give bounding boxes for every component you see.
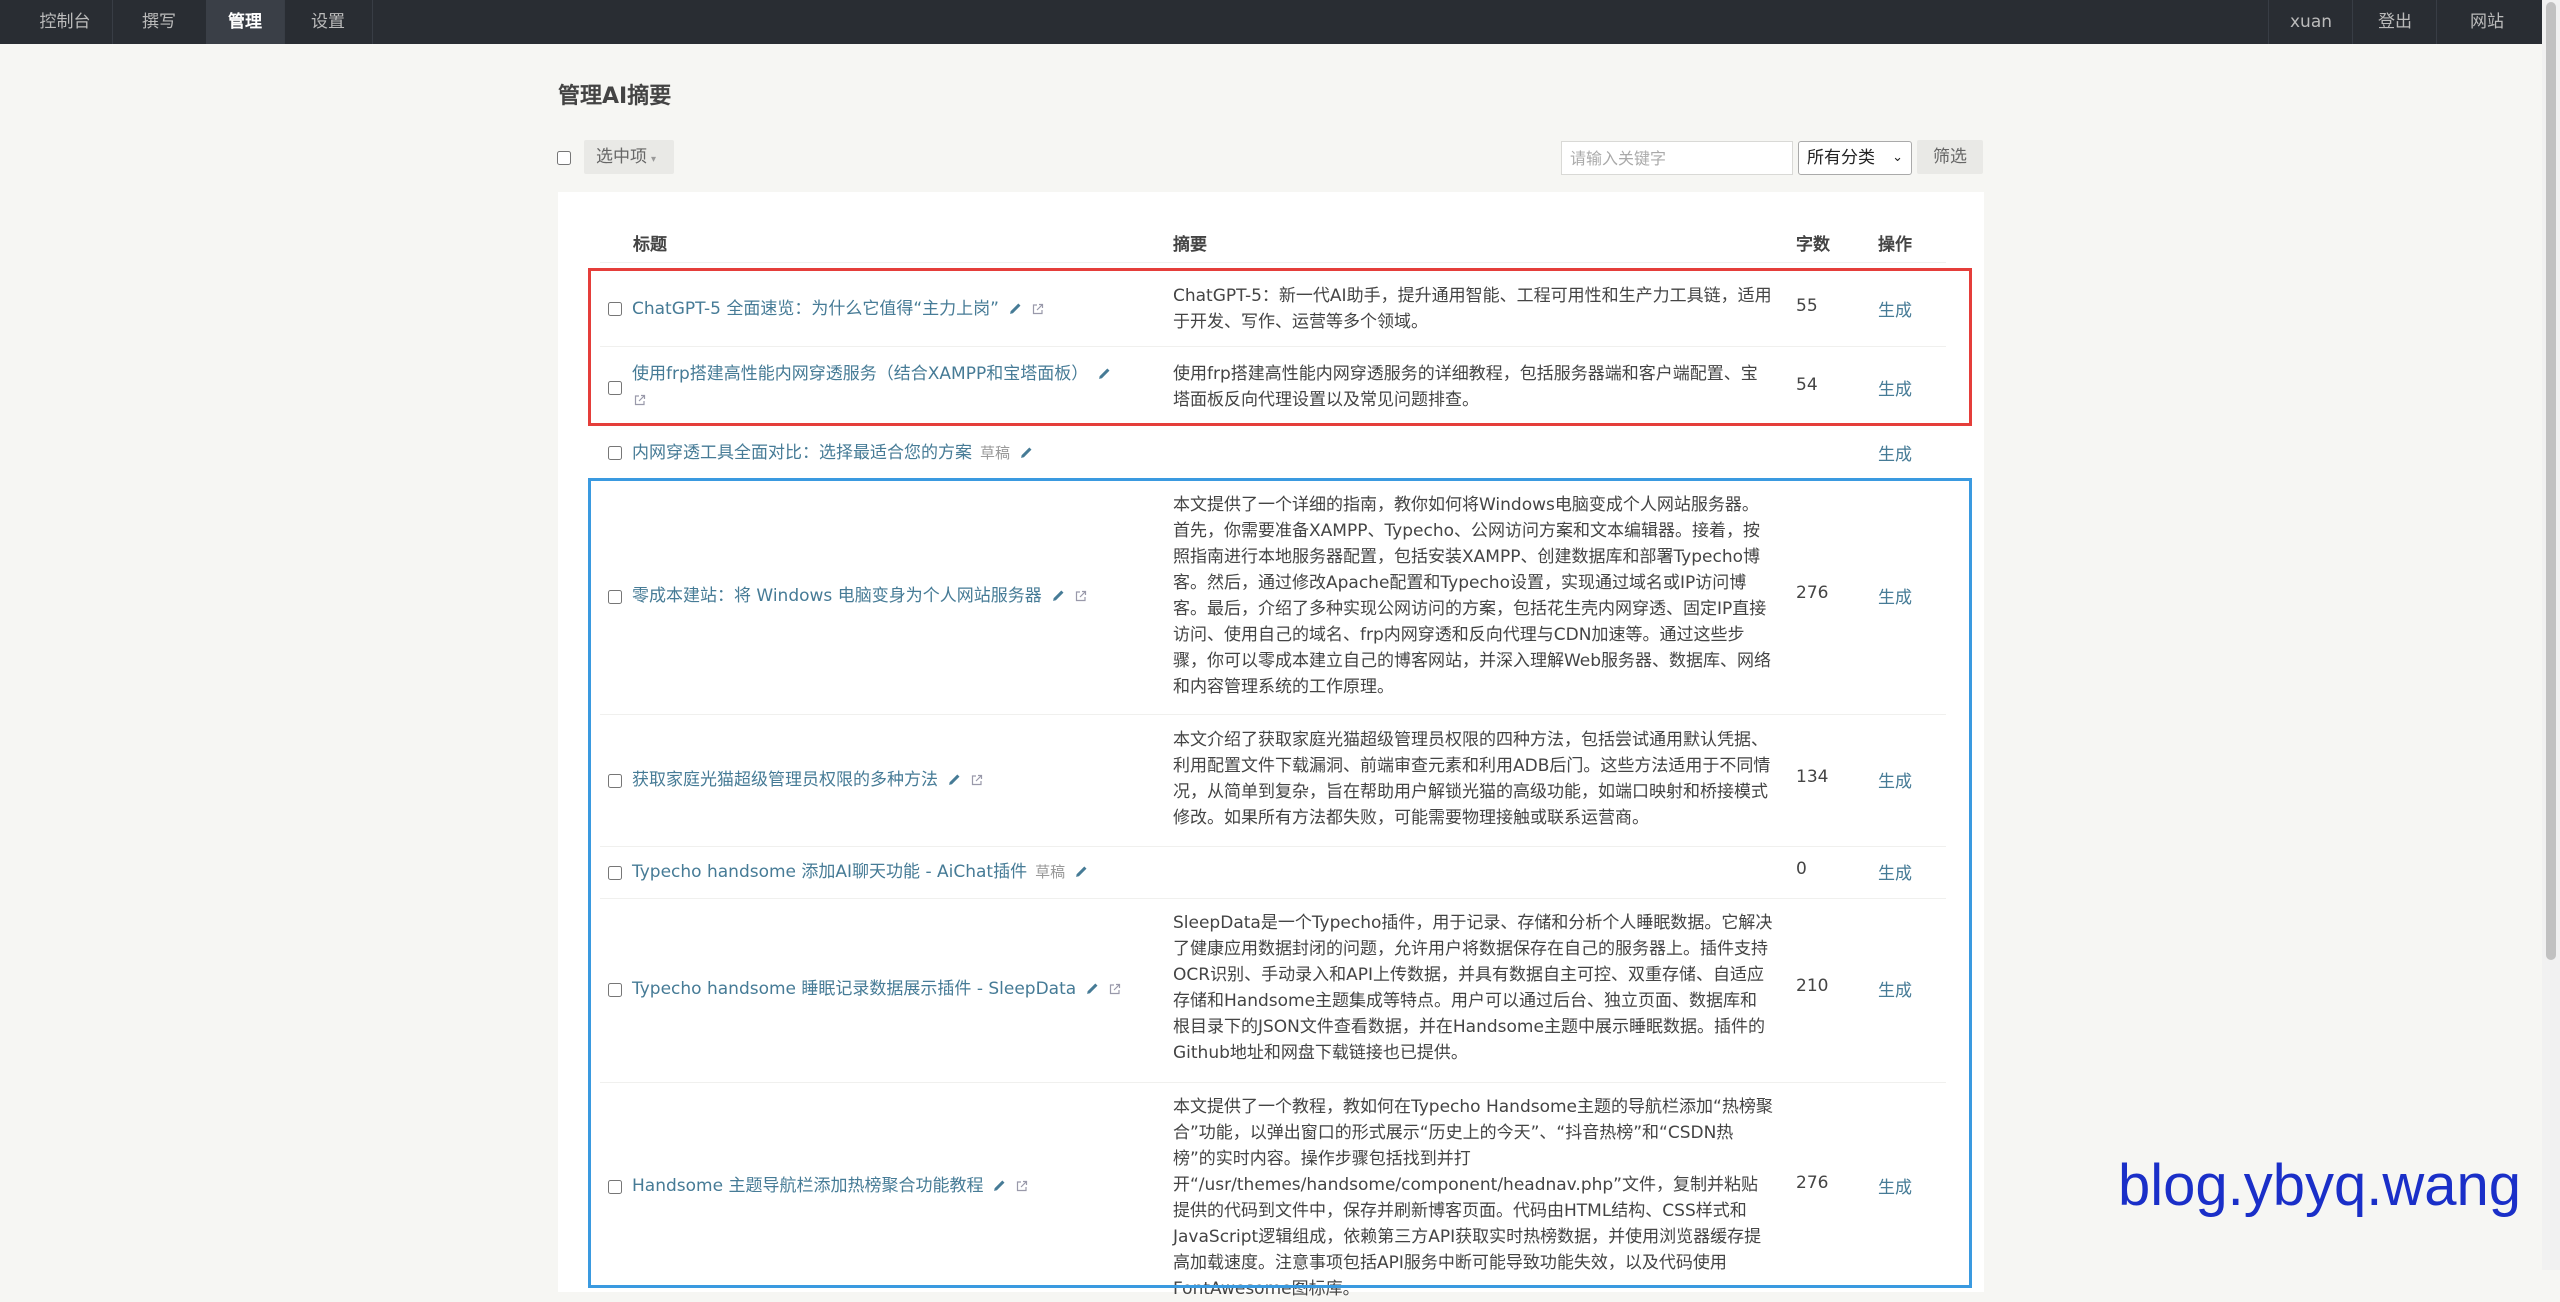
header-divider: [600, 262, 1946, 263]
col-header-title: 标题: [633, 235, 667, 255]
nav-user[interactable]: xuan: [2268, 0, 2353, 44]
generate-link[interactable]: 生成: [1878, 440, 1912, 465]
nav-manage[interactable]: 管理: [206, 0, 285, 44]
pencil-edit-icon[interactable]: [1020, 446, 1033, 459]
post-title-link[interactable]: 内网穿透工具全面对比：选择最适合您的方案: [632, 443, 972, 463]
col-header-count: 字数: [1796, 235, 1830, 255]
draft-badge: 草稿: [980, 444, 1011, 462]
page-title: 管理AI摘要: [558, 84, 672, 109]
category-select-value: 所有分类: [1807, 148, 1875, 168]
nav-dashboard[interactable]: 控制台: [18, 0, 113, 44]
scrollbar-thumb[interactable]: [2546, 2, 2556, 960]
chevron-down-icon: ⌄: [1892, 150, 1903, 165]
nav-logout[interactable]: 登出: [2352, 0, 2437, 44]
nav-write[interactable]: 撰写: [112, 0, 207, 44]
filter-button[interactable]: 筛选: [1917, 140, 1983, 174]
row-title-cell: 内网穿透工具全面对比：选择最适合您的方案 草稿: [632, 440, 1152, 466]
top-nav: 控制台 撰写 管理 设置 xuan 登出 网站: [0, 0, 2560, 44]
highlight-box-blue: [588, 478, 1972, 1288]
row-checkbox[interactable]: [608, 446, 622, 460]
category-select[interactable]: 所有分类 ⌄: [1798, 141, 1912, 175]
nav-settings[interactable]: 设置: [284, 0, 373, 44]
keyword-search-input[interactable]: [1561, 141, 1793, 175]
watermark-text: blog.ybyq.wang: [2118, 1153, 2522, 1218]
select-all-checkbox[interactable]: [557, 151, 571, 165]
col-header-action: 操作: [1878, 235, 1912, 255]
col-header-summary: 摘要: [1173, 235, 1207, 255]
highlight-box-red: [588, 268, 1972, 426]
caret-down-icon: ▾: [651, 154, 657, 165]
selected-items-label: 选中项: [596, 147, 647, 167]
page-scrollbar[interactable]: [2542, 0, 2560, 1270]
selected-items-dropdown[interactable]: 选中项 ▾: [584, 140, 674, 174]
nav-website[interactable]: 网站: [2436, 0, 2537, 44]
